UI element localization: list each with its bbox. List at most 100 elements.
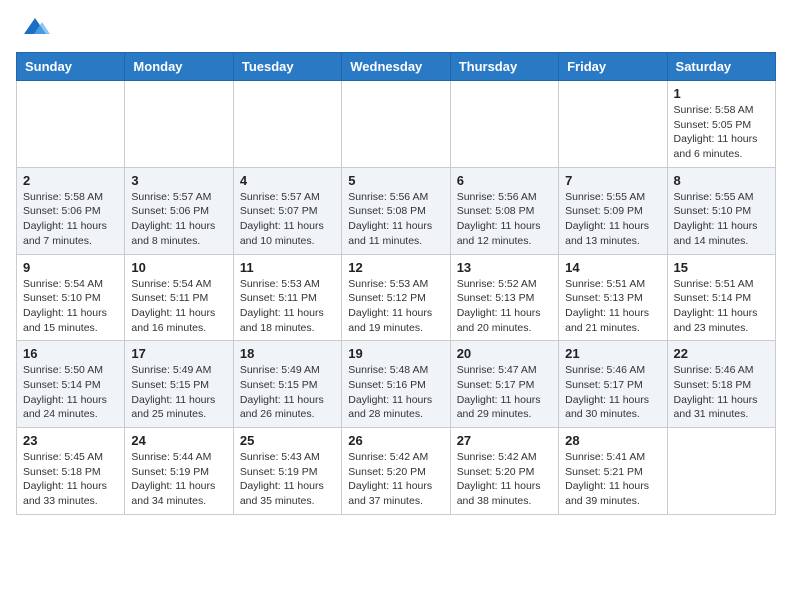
calendar-cell: 13 Sunrise: 5:52 AM Sunset: 5:13 PM Dayli… (450, 254, 558, 341)
weekday-header-tuesday: Tuesday (233, 53, 341, 81)
calendar-cell: 21 Sunrise: 5:46 AM Sunset: 5:17 PM Dayli… (559, 341, 667, 428)
day-number: 2 (23, 173, 118, 188)
calendar-cell (450, 81, 558, 168)
calendar-cell: 12 Sunrise: 5:53 AM Sunset: 5:12 PM Dayli… (342, 254, 450, 341)
day-info: Sunrise: 5:47 AM Sunset: 5:17 PM Dayligh… (457, 363, 552, 422)
day-info: Sunrise: 5:48 AM Sunset: 5:16 PM Dayligh… (348, 363, 443, 422)
calendar-cell: 15 Sunrise: 5:51 AM Sunset: 5:14 PM Dayli… (667, 254, 775, 341)
day-number: 27 (457, 433, 552, 448)
day-number: 7 (565, 173, 660, 188)
calendar-table: SundayMondayTuesdayWednesdayThursdayFrid… (16, 52, 776, 515)
calendar-cell: 19 Sunrise: 5:48 AM Sunset: 5:16 PM Dayli… (342, 341, 450, 428)
calendar-week-2: 9 Sunrise: 5:54 AM Sunset: 5:10 PM Daylig… (17, 254, 776, 341)
day-number: 3 (131, 173, 226, 188)
day-info: Sunrise: 5:56 AM Sunset: 5:08 PM Dayligh… (348, 190, 443, 249)
day-info: Sunrise: 5:54 AM Sunset: 5:11 PM Dayligh… (131, 277, 226, 336)
calendar-cell: 17 Sunrise: 5:49 AM Sunset: 5:15 PM Dayli… (125, 341, 233, 428)
calendar-cell: 7 Sunrise: 5:55 AM Sunset: 5:09 PM Daylig… (559, 167, 667, 254)
day-info: Sunrise: 5:41 AM Sunset: 5:21 PM Dayligh… (565, 450, 660, 509)
day-info: Sunrise: 5:45 AM Sunset: 5:18 PM Dayligh… (23, 450, 118, 509)
calendar-cell (125, 81, 233, 168)
day-info: Sunrise: 5:52 AM Sunset: 5:13 PM Dayligh… (457, 277, 552, 336)
day-info: Sunrise: 5:42 AM Sunset: 5:20 PM Dayligh… (457, 450, 552, 509)
calendar-cell: 20 Sunrise: 5:47 AM Sunset: 5:17 PM Dayli… (450, 341, 558, 428)
day-info: Sunrise: 5:58 AM Sunset: 5:05 PM Dayligh… (674, 103, 769, 162)
day-info: Sunrise: 5:46 AM Sunset: 5:17 PM Dayligh… (565, 363, 660, 422)
day-info: Sunrise: 5:42 AM Sunset: 5:20 PM Dayligh… (348, 450, 443, 509)
day-info: Sunrise: 5:55 AM Sunset: 5:10 PM Dayligh… (674, 190, 769, 249)
calendar-cell: 28 Sunrise: 5:41 AM Sunset: 5:21 PM Dayli… (559, 428, 667, 515)
calendar-cell: 11 Sunrise: 5:53 AM Sunset: 5:11 PM Dayli… (233, 254, 341, 341)
calendar-cell: 23 Sunrise: 5:45 AM Sunset: 5:18 PM Dayli… (17, 428, 125, 515)
day-info: Sunrise: 5:56 AM Sunset: 5:08 PM Dayligh… (457, 190, 552, 249)
calendar-cell: 22Sunrise: 5:46 AM Sunset: 5:18 PM Dayli… (667, 341, 775, 428)
day-number: 18 (240, 346, 335, 361)
day-number: 20 (457, 346, 552, 361)
calendar-cell: 16Sunrise: 5:50 AM Sunset: 5:14 PM Dayli… (17, 341, 125, 428)
day-number: 19 (348, 346, 443, 361)
day-info: Sunrise: 5:53 AM Sunset: 5:12 PM Dayligh… (348, 277, 443, 336)
day-number: 14 (565, 260, 660, 275)
day-info: Sunrise: 5:57 AM Sunset: 5:07 PM Dayligh… (240, 190, 335, 249)
calendar-cell: 8 Sunrise: 5:55 AM Sunset: 5:10 PM Daylig… (667, 167, 775, 254)
day-info: Sunrise: 5:44 AM Sunset: 5:19 PM Dayligh… (131, 450, 226, 509)
calendar-cell (559, 81, 667, 168)
day-number: 24 (131, 433, 226, 448)
calendar-week-3: 16Sunrise: 5:50 AM Sunset: 5:14 PM Dayli… (17, 341, 776, 428)
day-info: Sunrise: 5:54 AM Sunset: 5:10 PM Dayligh… (23, 277, 118, 336)
logo-icon (20, 12, 50, 42)
day-info: Sunrise: 5:55 AM Sunset: 5:09 PM Dayligh… (565, 190, 660, 249)
calendar-cell: 1 Sunrise: 5:58 AM Sunset: 5:05 PM Daylig… (667, 81, 775, 168)
calendar-cell: 18 Sunrise: 5:49 AM Sunset: 5:15 PM Dayli… (233, 341, 341, 428)
calendar-cell (17, 81, 125, 168)
calendar-cell: 3 Sunrise: 5:57 AM Sunset: 5:06 PM Daylig… (125, 167, 233, 254)
day-number: 22 (674, 346, 769, 361)
day-number: 9 (23, 260, 118, 275)
day-number: 4 (240, 173, 335, 188)
logo (16, 16, 50, 42)
calendar-cell (233, 81, 341, 168)
day-number: 1 (674, 86, 769, 101)
day-number: 8 (674, 173, 769, 188)
weekday-header-thursday: Thursday (450, 53, 558, 81)
day-info: Sunrise: 5:49 AM Sunset: 5:15 PM Dayligh… (131, 363, 226, 422)
calendar-cell: 5Sunrise: 5:56 AM Sunset: 5:08 PM Daylig… (342, 167, 450, 254)
calendar-cell: 24 Sunrise: 5:44 AM Sunset: 5:19 PM Dayli… (125, 428, 233, 515)
weekday-header-monday: Monday (125, 53, 233, 81)
day-info: Sunrise: 5:51 AM Sunset: 5:14 PM Dayligh… (674, 277, 769, 336)
day-number: 15 (674, 260, 769, 275)
calendar-week-4: 23 Sunrise: 5:45 AM Sunset: 5:18 PM Dayli… (17, 428, 776, 515)
weekday-header-wednesday: Wednesday (342, 53, 450, 81)
day-number: 26 (348, 433, 443, 448)
weekday-header-friday: Friday (559, 53, 667, 81)
day-info: Sunrise: 5:51 AM Sunset: 5:13 PM Dayligh… (565, 277, 660, 336)
day-number: 13 (457, 260, 552, 275)
day-number: 21 (565, 346, 660, 361)
day-number: 12 (348, 260, 443, 275)
calendar-cell: 14 Sunrise: 5:51 AM Sunset: 5:13 PM Dayli… (559, 254, 667, 341)
calendar-week-0: 1 Sunrise: 5:58 AM Sunset: 5:05 PM Daylig… (17, 81, 776, 168)
day-number: 6 (457, 173, 552, 188)
calendar-cell: 2 Sunrise: 5:58 AM Sunset: 5:06 PM Daylig… (17, 167, 125, 254)
day-number: 28 (565, 433, 660, 448)
calendar-cell: 4 Sunrise: 5:57 AM Sunset: 5:07 PM Daylig… (233, 167, 341, 254)
day-info: Sunrise: 5:53 AM Sunset: 5:11 PM Dayligh… (240, 277, 335, 336)
day-info: Sunrise: 5:43 AM Sunset: 5:19 PM Dayligh… (240, 450, 335, 509)
calendar-cell: 25 Sunrise: 5:43 AM Sunset: 5:19 PM Dayli… (233, 428, 341, 515)
calendar-cell: 26 Sunrise: 5:42 AM Sunset: 5:20 PM Dayli… (342, 428, 450, 515)
calendar-cell: 27 Sunrise: 5:42 AM Sunset: 5:20 PM Dayli… (450, 428, 558, 515)
day-info: Sunrise: 5:50 AM Sunset: 5:14 PM Dayligh… (23, 363, 118, 422)
calendar-cell: 10Sunrise: 5:54 AM Sunset: 5:11 PM Dayli… (125, 254, 233, 341)
weekday-header-saturday: Saturday (667, 53, 775, 81)
weekday-header-sunday: Sunday (17, 53, 125, 81)
day-number: 17 (131, 346, 226, 361)
day-info: Sunrise: 5:57 AM Sunset: 5:06 PM Dayligh… (131, 190, 226, 249)
day-info: Sunrise: 5:58 AM Sunset: 5:06 PM Dayligh… (23, 190, 118, 249)
day-number: 11 (240, 260, 335, 275)
calendar-cell (667, 428, 775, 515)
page-header (16, 16, 776, 42)
calendar-header-row: SundayMondayTuesdayWednesdayThursdayFrid… (17, 53, 776, 81)
day-info: Sunrise: 5:49 AM Sunset: 5:15 PM Dayligh… (240, 363, 335, 422)
day-number: 25 (240, 433, 335, 448)
day-number: 23 (23, 433, 118, 448)
